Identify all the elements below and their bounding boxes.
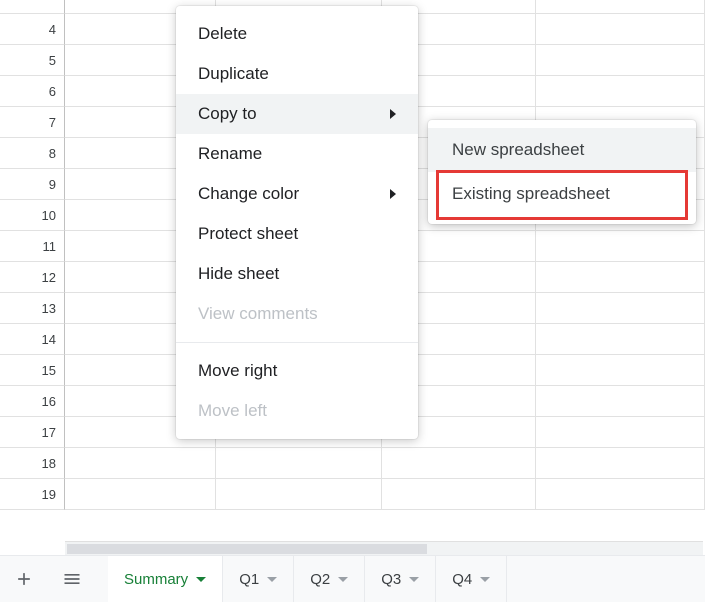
row-header[interactable]: 14 <box>0 324 65 355</box>
plus-icon <box>14 569 34 589</box>
row-header[interactable]: 9 <box>0 169 65 200</box>
sheet-tab-label: Q1 <box>239 571 259 588</box>
menu-item-label: Hide sheet <box>198 264 279 284</box>
menu-item-duplicate[interactable]: Duplicate <box>176 54 418 94</box>
menu-item-label: Delete <box>198 24 247 44</box>
cell[interactable] <box>536 386 705 416</box>
cell[interactable] <box>382 479 536 509</box>
sheet-tabs: Summary Q1 Q2 Q3 Q4 <box>108 556 507 602</box>
scrollbar-thumb[interactable] <box>67 544 427 554</box>
menu-item-label: Rename <box>198 144 262 164</box>
cell[interactable] <box>536 479 705 509</box>
cell[interactable] <box>536 231 705 261</box>
cell[interactable] <box>216 479 382 509</box>
sheet-tab-label: Summary <box>124 571 188 588</box>
cell[interactable] <box>382 448 536 478</box>
cell[interactable] <box>536 45 705 75</box>
menu-item-hide-sheet[interactable]: Hide sheet <box>176 254 418 294</box>
sheet-tab-bar: Summary Q1 Q2 Q3 Q4 <box>0 555 705 602</box>
menu-item-label: Duplicate <box>198 64 269 84</box>
row-header[interactable]: 10 <box>0 200 65 231</box>
row-header[interactable]: 15 <box>0 355 65 386</box>
menu-item-move-right[interactable]: Move right <box>176 351 418 391</box>
menu-item-move-left: Move left <box>176 391 418 431</box>
menu-item-view-comments: View comments <box>176 294 418 334</box>
cell[interactable] <box>536 262 705 292</box>
cell[interactable] <box>216 448 382 478</box>
row-header[interactable]: 13 <box>0 293 65 324</box>
cell[interactable] <box>536 293 705 323</box>
row-header[interactable]: 18 <box>0 448 65 479</box>
submenu-item-new-spreadsheet[interactable]: New spreadsheet <box>428 128 696 172</box>
cell[interactable] <box>536 417 705 447</box>
menu-item-rename[interactable]: Rename <box>176 134 418 174</box>
sheet-tab-label: Q4 <box>452 571 472 588</box>
row-header[interactable]: 6 <box>0 76 65 107</box>
row-header[interactable]: 17 <box>0 417 65 448</box>
row-header[interactable]: 16 <box>0 386 65 417</box>
menu-item-label: Change color <box>198 184 299 204</box>
cell[interactable] <box>536 355 705 385</box>
sheet-tab-q4[interactable]: Q4 <box>436 556 507 602</box>
sheet-tab-label: Q2 <box>310 571 330 588</box>
cell[interactable] <box>536 324 705 354</box>
menu-icon <box>62 569 82 589</box>
row-header[interactable] <box>0 0 65 14</box>
chevron-down-icon[interactable] <box>267 577 277 582</box>
menu-item-label: View comments <box>198 304 318 324</box>
sheet-tab-q2[interactable]: Q2 <box>294 556 365 602</box>
sheet-context-menu: Delete Duplicate Copy to Rename Change c… <box>176 6 418 439</box>
menu-item-delete[interactable]: Delete <box>176 14 418 54</box>
row-header[interactable]: 12 <box>0 262 65 293</box>
chevron-down-icon[interactable] <box>409 577 419 582</box>
horizontal-scrollbar[interactable] <box>65 541 703 555</box>
cell[interactable] <box>65 479 216 509</box>
copy-to-submenu: New spreadsheet Existing spreadsheet <box>428 120 696 224</box>
chevron-down-icon[interactable] <box>338 577 348 582</box>
submenu-item-label: Existing spreadsheet <box>452 184 610 204</box>
menu-item-change-color[interactable]: Change color <box>176 174 418 214</box>
menu-item-label: Protect sheet <box>198 224 298 244</box>
sheet-tab-q1[interactable]: Q1 <box>223 556 294 602</box>
add-sheet-button[interactable] <box>0 556 48 602</box>
sheet-tab-q3[interactable]: Q3 <box>365 556 436 602</box>
all-sheets-button[interactable] <box>48 556 96 602</box>
row-header[interactable]: 5 <box>0 45 65 76</box>
menu-item-label: Move left <box>198 401 267 421</box>
row-header[interactable]: 11 <box>0 231 65 262</box>
row-headers: 4 5 6 7 8 9 10 11 12 13 14 15 16 17 18 1… <box>0 0 65 510</box>
menu-item-label: Copy to <box>198 104 257 124</box>
cell[interactable] <box>65 448 216 478</box>
chevron-down-icon[interactable] <box>480 577 490 582</box>
chevron-down-icon[interactable] <box>196 577 206 582</box>
menu-separator <box>176 342 418 343</box>
menu-item-protect-sheet[interactable]: Protect sheet <box>176 214 418 254</box>
row-header[interactable]: 8 <box>0 138 65 169</box>
row-header[interactable]: 19 <box>0 479 65 510</box>
submenu-item-existing-spreadsheet[interactable]: Existing spreadsheet <box>428 172 696 216</box>
sheet-tab-summary[interactable]: Summary <box>108 556 223 602</box>
cell[interactable] <box>536 448 705 478</box>
cell[interactable] <box>536 76 705 106</box>
sheet-tab-label: Q3 <box>381 571 401 588</box>
menu-item-label: Move right <box>198 361 277 381</box>
submenu-item-label: New spreadsheet <box>452 140 584 160</box>
cell[interactable] <box>536 0 705 13</box>
row-header[interactable]: 7 <box>0 107 65 138</box>
cell[interactable] <box>536 14 705 44</box>
row-header[interactable]: 4 <box>0 14 65 45</box>
menu-item-copy-to[interactable]: Copy to <box>176 94 418 134</box>
